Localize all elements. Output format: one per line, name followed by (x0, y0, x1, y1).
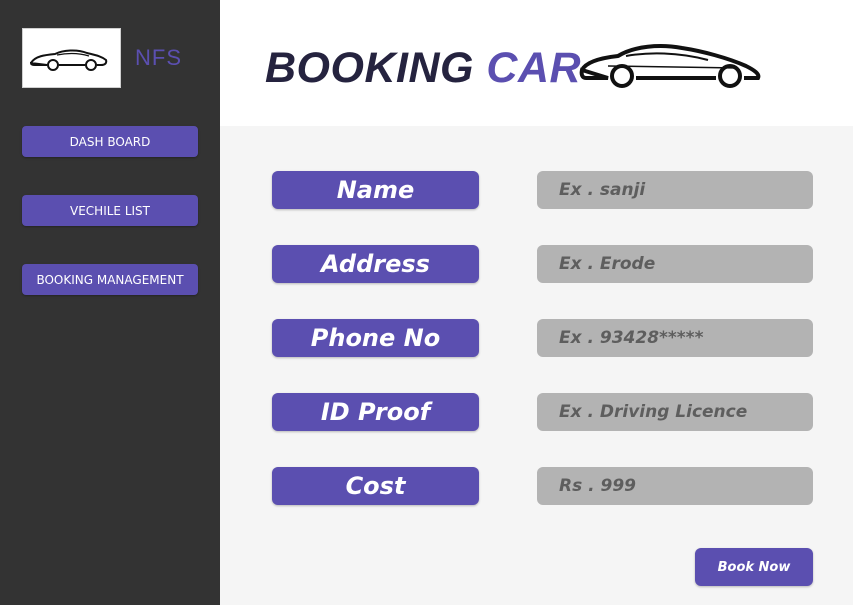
page-header: BOOKING CAR (220, 0, 853, 126)
logo (22, 28, 121, 88)
car-logo-icon (29, 49, 108, 71)
name-label: Name (272, 171, 479, 209)
address-input[interactable] (537, 245, 813, 283)
page-title-part2: CAR (486, 44, 582, 92)
name-input[interactable] (537, 171, 813, 209)
sidebar: NFS DASH BOARD VECHILE LIST BOOKING MANA… (0, 0, 220, 605)
phone-label: Phone No (272, 319, 479, 357)
address-label: Address (272, 245, 479, 283)
book-now-button[interactable]: Book Now (695, 548, 813, 586)
brand-name: NFS (135, 45, 182, 70)
cost-label: Cost (272, 467, 479, 505)
sidebar-item-booking-management[interactable]: BOOKING MANAGEMENT (22, 264, 198, 295)
phone-input[interactable] (537, 319, 813, 357)
page-title-part1: BOOKING (265, 44, 474, 92)
id-proof-input[interactable] (537, 393, 813, 431)
sidebar-item-vehicle-list[interactable]: VECHILE LIST (22, 195, 198, 226)
car-silhouette-icon (579, 44, 761, 88)
page-title: BOOKING CAR (265, 44, 581, 93)
cost-input[interactable] (537, 467, 813, 505)
id-proof-label: ID Proof (272, 393, 479, 431)
sidebar-item-dashboard[interactable]: DASH BOARD (22, 126, 198, 157)
